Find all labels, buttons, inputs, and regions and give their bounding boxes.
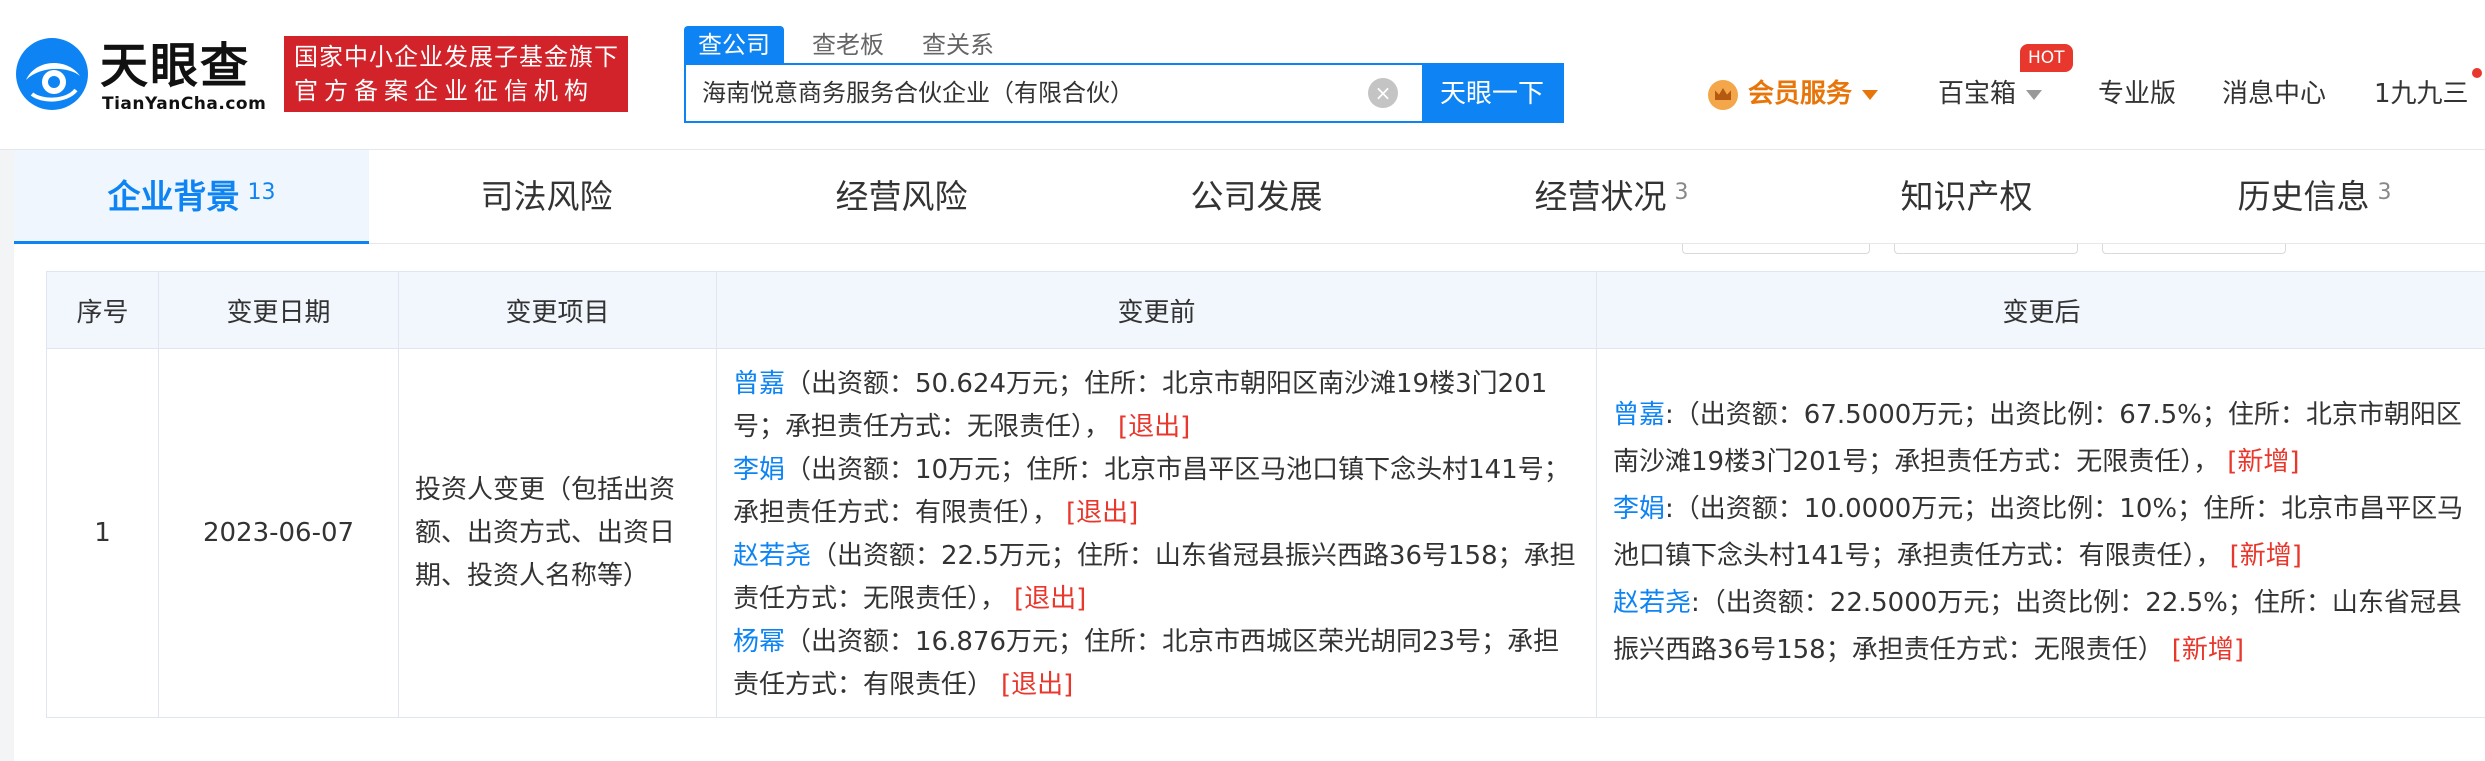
investor-name-link[interactable]: 李娟 xyxy=(733,455,785,485)
investor-detail: :（出资额：22.5000万元；出资比例：22.5%；住所：山东省冠县振兴西路3… xyxy=(1613,588,2462,665)
exit-tag: [退出] xyxy=(1001,670,1074,700)
cell-date: 2023-06-07 xyxy=(158,348,399,718)
header-index: 序号 xyxy=(46,271,159,349)
change-record-table: 序号 变更日期 变更项目 变更前 变更后 1 2023-06-07 投资人变更（… xyxy=(46,271,2485,718)
chevron-down-icon xyxy=(1862,89,1879,100)
investor-entry: 曾嘉（出资额：50.624万元；住所：北京市朝阳区南沙滩19楼3门201号；承担… xyxy=(733,363,1580,449)
investor-entry: 赵若尧（出资额：22.5万元；住所：山东省冠县振兴西路36号158；承担责任方式… xyxy=(733,535,1580,621)
exit-tag: [退出] xyxy=(1014,584,1087,614)
header-before: 变更前 xyxy=(716,271,1597,349)
filter-button[interactable] xyxy=(2102,244,2286,254)
tab-label: 历史信息 xyxy=(2237,177,2370,216)
investor-detail: :（出资额：10.0000万元；出资比例：10%；住所：北京市昌平区马池口镇下念… xyxy=(1613,494,2464,571)
investor-name-link[interactable]: 赵若尧 xyxy=(1613,588,1691,618)
cell-item: 投资人变更（包括出资额、出资方式、出资日期、投资人名称等） xyxy=(398,348,717,718)
table-header-row: 序号 变更日期 变更项目 变更前 变更后 xyxy=(46,271,2485,349)
tab-operating-status[interactable]: 经营状况 3 xyxy=(1434,150,1789,244)
vip-crown-icon xyxy=(1708,80,1738,110)
exit-tag: [退出] xyxy=(1066,498,1139,528)
vip-service-label: 会员服务 xyxy=(1748,79,1853,109)
search-button[interactable]: 天眼一下 xyxy=(1422,65,1562,121)
tab-label: 知识产权 xyxy=(1900,177,2033,216)
investor-detail: （出资额：10万元；住所：北京市昌平区马池口镇下念头村141号；承担责任方式：有… xyxy=(733,455,1570,528)
tab-company-development[interactable]: 公司发展 xyxy=(1079,150,1434,244)
cell-index: 1 xyxy=(46,348,159,718)
tab-label: 司法风险 xyxy=(480,177,613,216)
new-tag: [新增] xyxy=(2171,635,2245,665)
new-tag: [新增] xyxy=(2227,447,2300,477)
header-after: 变更后 xyxy=(1596,271,2485,349)
search-tab-relation[interactable]: 查关系 xyxy=(922,26,994,64)
pro-version-link[interactable]: 专业版 xyxy=(2098,70,2176,118)
logo-eye-icon xyxy=(16,38,88,110)
investor-entry: 李娟:（出资额：10.0000万元；出资比例：10%；住所：北京市昌平区马池口镇… xyxy=(1613,486,2470,580)
logo-subtext: TianYanCha.com xyxy=(102,94,267,114)
tab-count: 3 xyxy=(1674,180,1689,205)
tab-intellectual-property[interactable]: 知识产权 xyxy=(1789,150,2144,244)
investor-entry: 赵若尧:（出资额：22.5000万元；出资比例：22.5%；住所：山东省冠县振兴… xyxy=(1613,580,2470,674)
main-tab-bar: 企业背景 13 司法风险 经营风险 公司发展 经营状况 3 知识产权 历史信息 3 xyxy=(14,150,2485,244)
investor-name-link[interactable]: 曾嘉 xyxy=(733,369,785,399)
tab-history-info[interactable]: 历史信息 3 xyxy=(2144,150,2485,244)
search-tab-company[interactable]: 查公司 xyxy=(684,26,784,64)
treasure-box-menu[interactable]: 百宝箱 xyxy=(1938,70,2043,118)
investor-detail: （出资额：22.5万元；住所：山东省冠县振兴西路36号158；承担责任方式：无限… xyxy=(733,541,1576,614)
tab-operating-risk[interactable]: 经营风险 xyxy=(724,150,1079,244)
table-row: 1 2023-06-07 投资人变更（包括出资额、出资方式、出资日期、投资人名称… xyxy=(46,348,2485,718)
cell-after: 曾嘉:（出资额：67.5000万元；出资比例：67.5%；住所：北京市朝阳区南沙… xyxy=(1596,348,2485,718)
header-date: 变更日期 xyxy=(158,271,399,349)
tab-label: 经营风险 xyxy=(835,177,968,216)
investor-entry: 李娟（出资额：10万元；住所：北京市昌平区马池口镇下念头村141号；承担责任方式… xyxy=(733,449,1580,535)
search-input[interactable] xyxy=(702,65,1382,121)
tab-count: 13 xyxy=(247,180,276,205)
chevron-down-icon xyxy=(2026,89,2043,100)
investor-name-link[interactable]: 曾嘉 xyxy=(1613,400,1665,430)
tab-label: 企业背景 xyxy=(107,177,240,216)
tianyancha-logo[interactable]: 天眼查 TianYanCha.com xyxy=(14,36,274,116)
search-box: × 天眼一下 xyxy=(684,63,1564,123)
tab-label: 经营状况 xyxy=(1534,177,1667,216)
logo-text: 天眼查 xyxy=(100,38,251,94)
tab-enterprise-background[interactable]: 企业背景 13 xyxy=(14,150,369,244)
investor-entry: 杨幂（出资额：16.876万元；住所：北京市西城区荣光胡同23号；承担责任方式：… xyxy=(733,621,1580,707)
tab-judicial-risk[interactable]: 司法风险 xyxy=(369,150,724,244)
content-panel: 序号 变更日期 变更项目 变更前 变更后 1 2023-06-07 投资人变更（… xyxy=(14,244,2485,761)
filter-button[interactable] xyxy=(1682,244,1870,254)
investor-name-link[interactable]: 赵若尧 xyxy=(733,541,811,571)
user-menu[interactable]: 1九九三 xyxy=(2374,70,2469,118)
message-center-link[interactable]: 消息中心 xyxy=(2222,70,2326,118)
hot-badge: HOT xyxy=(2020,44,2073,72)
clear-icon[interactable]: × xyxy=(1368,78,1398,108)
notification-dot xyxy=(2472,68,2482,78)
badge-line-1: 国家中小企业发展子基金旗下 xyxy=(294,43,619,71)
filter-button[interactable] xyxy=(1894,244,2078,254)
vip-service-menu[interactable]: 会员服务 xyxy=(1748,70,1879,118)
tab-label: 公司发展 xyxy=(1190,177,1323,216)
search-tab-boss[interactable]: 查老板 xyxy=(812,26,884,64)
new-tag: [新增] xyxy=(2229,541,2302,571)
official-badge: 国家中小企业发展子基金旗下 官方备案企业征信机构 xyxy=(284,36,628,112)
treasure-box-label: 百宝箱 xyxy=(1938,79,2017,109)
header-item: 变更项目 xyxy=(398,271,717,349)
investor-name-link[interactable]: 杨幂 xyxy=(733,627,785,657)
badge-line-2: 官方备案企业征信机构 xyxy=(294,77,594,105)
investor-detail: :（出资额：67.5000万元；出资比例：67.5%；住所：北京市朝阳区南沙滩1… xyxy=(1613,400,2462,477)
exit-tag: [退出] xyxy=(1118,412,1191,442)
tab-count: 3 xyxy=(2377,180,2392,205)
investor-detail: （出资额：16.876万元；住所：北京市西城区荣光胡同23号；承担责任方式：有限… xyxy=(733,627,1560,700)
investor-entry: 曾嘉:（出资额：67.5000万元；出资比例：67.5%；住所：北京市朝阳区南沙… xyxy=(1613,392,2470,486)
top-header: 天眼查 TianYanCha.com 国家中小企业发展子基金旗下 官方备案企业征… xyxy=(0,0,2485,150)
investor-name-link[interactable]: 李娟 xyxy=(1613,494,1665,524)
cell-before: 曾嘉（出资额：50.624万元；住所：北京市朝阳区南沙滩19楼3门201号；承担… xyxy=(716,348,1597,718)
